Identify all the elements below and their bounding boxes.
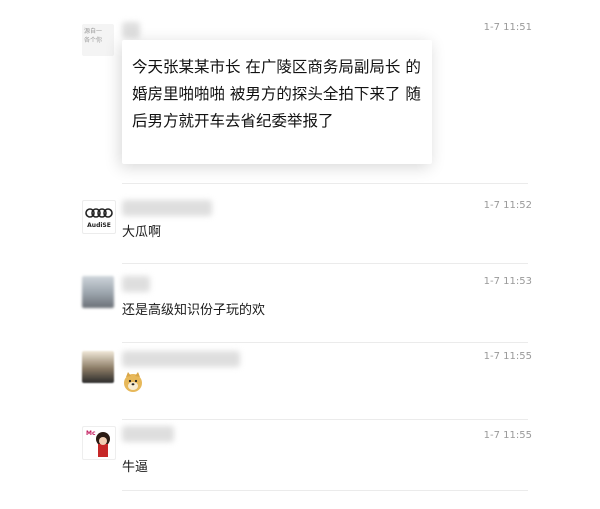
chat-message: 1-7 11:55: [60, 343, 538, 423]
sender-name-blurred: [122, 200, 212, 216]
divider: [122, 490, 528, 491]
avatar[interactable]: [82, 276, 114, 308]
avatar-caption: 各个你: [84, 37, 103, 44]
message-time: 1-7 11:55: [483, 430, 532, 441]
avatar[interactable]: 源自一 各个你: [82, 24, 114, 56]
sender-name-blurred: [122, 351, 240, 367]
doge-emoji-icon[interactable]: [122, 371, 144, 393]
avatar[interactable]: [82, 351, 114, 383]
avatar-label: Mc: [86, 430, 96, 437]
chat-message: 1-7 11:53 还是高级知识份子玩的欢: [60, 264, 538, 344]
chat-message: 源自一 各个你 1-7 11:51 今天张某某市长 在广陵区商务局副局长 的婚房…: [60, 0, 538, 180]
message-text[interactable]: 大瓜啊: [122, 221, 161, 240]
chat-message: AudiSE 1-7 11:52 大瓜啊: [60, 184, 538, 264]
sender-name-blurred: [122, 426, 174, 442]
message-text[interactable]: 牛逼: [122, 456, 148, 475]
message-time: 1-7 11:55: [483, 351, 532, 362]
message-time: 1-7 11:51: [483, 22, 532, 33]
message-bubble[interactable]: 今天张某某市长 在广陵区商务局副局长 的婚房里啪啪啪 被男方的探头全拍下来了 随…: [122, 40, 432, 164]
message-text[interactable]: 还是高级知识份子玩的欢: [122, 299, 265, 318]
message-time: 1-7 11:53: [483, 276, 532, 287]
avatar[interactable]: Mc: [82, 426, 116, 460]
audi-avatar-icon[interactable]: AudiSE: [82, 200, 116, 234]
chat-message: Mc 1-7 11:55 牛逼: [60, 420, 538, 500]
sender-name-blurred: [122, 22, 140, 38]
message-time: 1-7 11:52: [483, 200, 532, 211]
avatar-label: AudiSE: [87, 222, 111, 229]
chat-history-panel: 源自一 各个你 1-7 11:51 今天张某某市长 在广陵区商务局副局长 的婚房…: [60, 0, 538, 509]
avatar-caption: 源自一: [84, 28, 103, 35]
sender-name-blurred: [122, 276, 150, 292]
